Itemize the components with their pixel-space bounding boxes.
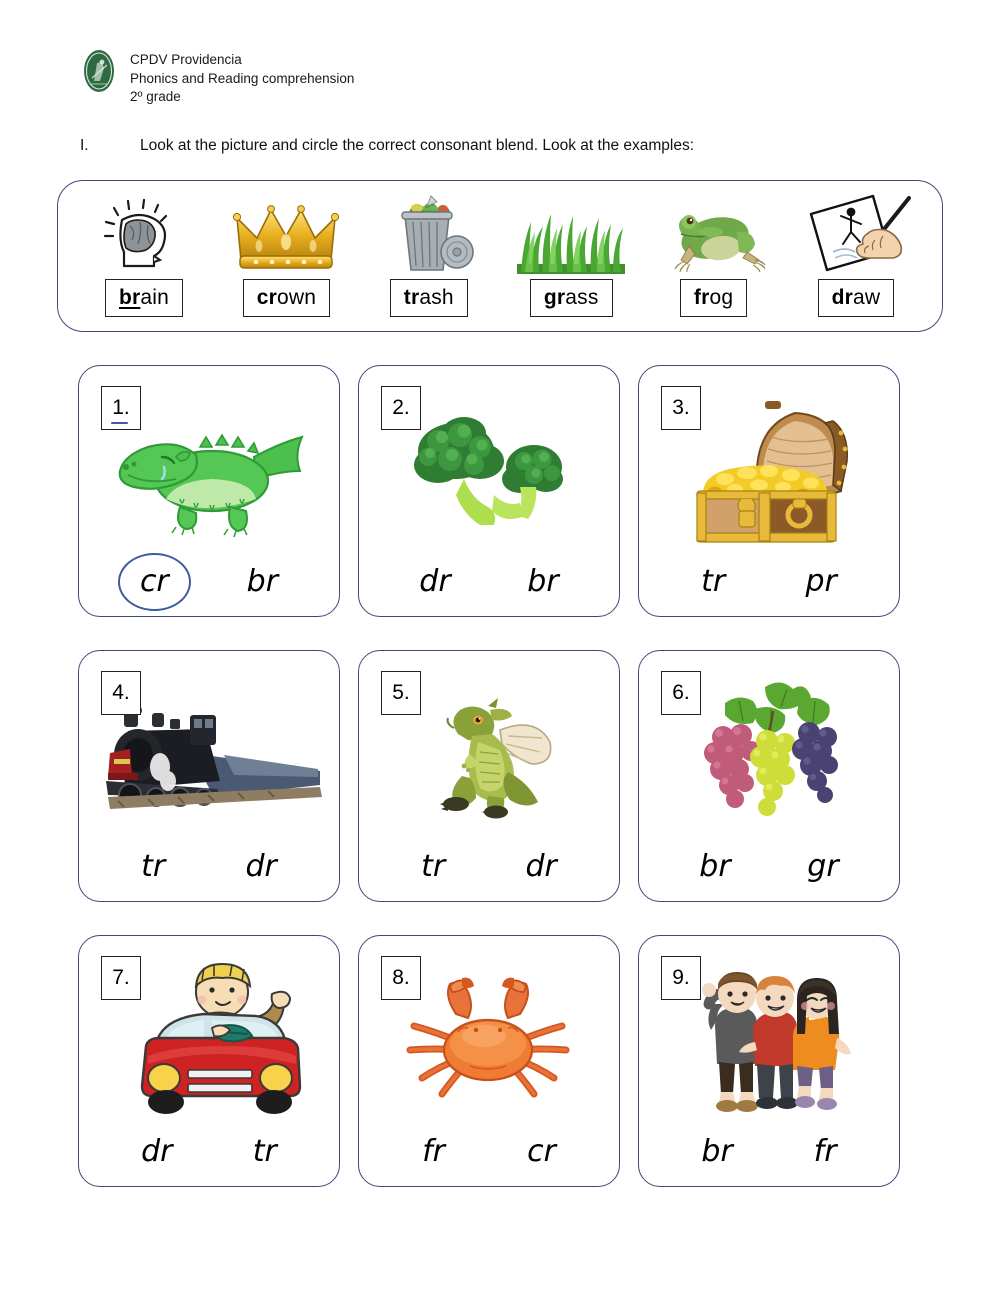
option-right[interactable]: tr (247, 1132, 283, 1172)
question-card[interactable]: 3. tr pr (638, 365, 900, 617)
question-number: 6. (672, 681, 690, 704)
question-number-badge: 5. (381, 671, 421, 715)
option-right[interactable]: br (521, 562, 564, 602)
options-row: dr br (359, 562, 619, 602)
options-row: cr br (79, 553, 339, 611)
options-row: tr dr (359, 847, 619, 887)
example-rest: own (276, 286, 317, 309)
example-item: draw (788, 188, 924, 317)
question-number: 1. (112, 396, 130, 419)
question-number-badge: 9. (661, 956, 701, 1000)
brain-head-icon (84, 188, 204, 274)
question-number: 3. (672, 396, 690, 419)
document-header: CPDV Providencia Phonics and Reading com… (82, 48, 354, 107)
option-right[interactable]: fr (808, 1132, 843, 1172)
example-item: trash (361, 188, 497, 317)
option-left[interactable]: cr (118, 553, 191, 611)
question-card[interactable]: 9. br fr (638, 935, 900, 1187)
question-number: 8. (392, 966, 410, 989)
question-number-badge: 4. (101, 671, 141, 715)
question-card[interactable]: 8. fr cr (358, 935, 620, 1187)
question-card[interactable]: 7. dr tr (78, 935, 340, 1187)
grade-level: 2º grade (130, 89, 181, 104)
option-left[interactable]: tr (415, 847, 451, 887)
option-left[interactable]: dr (413, 562, 456, 602)
option-right[interactable]: dr (239, 847, 282, 887)
crown-icon (226, 188, 346, 274)
example-blend: tr (403, 286, 420, 309)
example-blend: gr (543, 286, 566, 309)
example-blend: cr (256, 286, 277, 309)
question-card[interactable]: 5. tr dr (358, 650, 620, 902)
instruction-line: I. Look at the picture and circle the cor… (80, 137, 694, 155)
examples-panel: brain crown trash grass frog draw (57, 180, 943, 332)
option-right[interactable]: dr (519, 847, 562, 887)
pencil-mark (111, 421, 128, 424)
example-word-box: trash (389, 279, 468, 317)
options-row: br fr (639, 1132, 899, 1172)
example-rest: ash (419, 286, 454, 309)
option-left[interactable]: dr (135, 1132, 178, 1172)
school-crest-icon (82, 48, 116, 94)
example-blend: br (118, 286, 141, 309)
example-rest: ain (140, 286, 170, 309)
question-number-badge: 3. (661, 386, 701, 430)
question-number: 5. (392, 681, 410, 704)
option-right[interactable]: cr (521, 1132, 562, 1172)
grass-icon (511, 188, 631, 274)
instruction-text: Look at the picture and circle the corre… (140, 137, 695, 154)
options-row: tr pr (639, 562, 899, 602)
option-left[interactable]: tr (135, 847, 171, 887)
question-number-badge: 8. (381, 956, 421, 1000)
example-item: brain (76, 188, 212, 317)
trash-can-icon (369, 188, 489, 274)
example-word-box: brain (104, 279, 184, 317)
example-word-box: crown (242, 279, 331, 317)
option-left[interactable]: fr (416, 1132, 451, 1172)
example-rest: ass (565, 286, 599, 309)
options-row: fr cr (359, 1132, 619, 1172)
question-number-badge: 6. (661, 671, 701, 715)
example-word-box: grass (529, 279, 613, 317)
instruction-numeral: I. (80, 137, 89, 154)
example-item: grass (503, 188, 639, 317)
example-word-box: draw (817, 279, 895, 317)
example-item: frog (646, 188, 782, 317)
option-left[interactable]: br (695, 1132, 738, 1172)
option-right[interactable]: gr (801, 847, 844, 887)
subject-name: Phonics and Reading comprehension (130, 70, 355, 86)
question-number: 4. (112, 681, 130, 704)
school-name: CPDV Providencia (130, 52, 242, 67)
question-number: 9. (672, 966, 690, 989)
frog-icon (654, 188, 774, 274)
question-number-badge: 2. (381, 386, 421, 430)
options-row: dr tr (79, 1132, 339, 1172)
options-row: tr dr (79, 847, 339, 887)
option-left[interactable]: tr (695, 562, 731, 602)
question-card[interactable]: 2. dr br (358, 365, 620, 617)
header-text-block: CPDV Providencia Phonics and Reading com… (130, 48, 354, 107)
options-row: br gr (639, 847, 899, 887)
example-word-box: frog (679, 279, 748, 317)
example-blend: fr (693, 286, 710, 309)
question-card[interactable]: 6. br gr (638, 650, 900, 902)
question-number-badge: 7. (101, 956, 141, 1000)
example-item: crown (218, 188, 354, 317)
question-number: 7. (112, 966, 130, 989)
example-blend: dr (831, 286, 854, 309)
question-grid: 1. cr br 2. dr br 3. tr pr 4. tr dr 5. t… (78, 365, 924, 1187)
question-card[interactable]: 4. tr dr (78, 650, 340, 902)
option-left[interactable]: br (693, 847, 736, 887)
option-right[interactable]: br (241, 562, 284, 602)
example-rest: og (709, 286, 734, 309)
question-number: 2. (392, 396, 410, 419)
question-card[interactable]: 1. cr br (78, 365, 340, 617)
drawing-hand-icon (796, 188, 916, 274)
question-number-badge: 1. (101, 386, 141, 430)
option-right[interactable]: pr (799, 562, 842, 602)
example-rest: aw (853, 286, 881, 309)
